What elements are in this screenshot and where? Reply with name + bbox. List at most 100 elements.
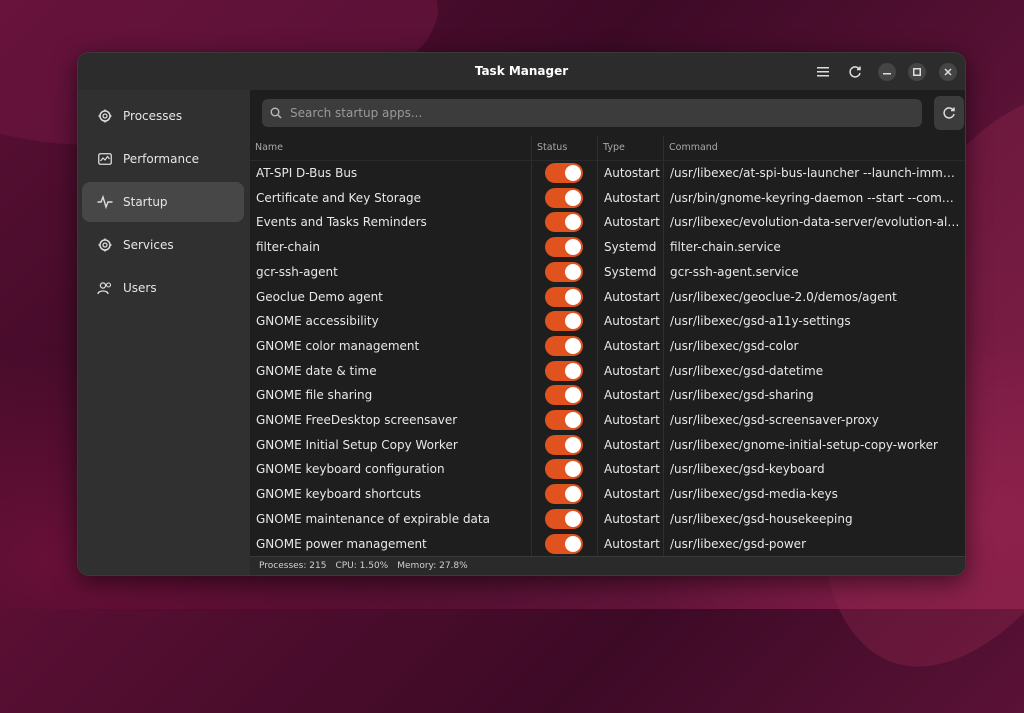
sidebar-item-startup[interactable]: Startup <box>82 182 244 222</box>
app-name: GNOME maintenance of expirable data <box>256 511 490 526</box>
maximize-button[interactable] <box>908 63 926 81</box>
app-name: Geoclue Demo agent <box>256 289 383 304</box>
table-row[interactable]: filter-chain Systemd filter-chain.service <box>250 235 965 260</box>
app-name: gcr-ssh-agent <box>256 264 338 279</box>
app-name: GNOME FreeDesktop screensaver <box>256 413 458 427</box>
app-name: GNOME keyboard shortcuts <box>256 487 421 502</box>
sidebar-item-label: Performance <box>123 152 200 166</box>
app-command: /usr/libexec/gsd-sharing <box>670 388 814 403</box>
table-row[interactable]: GNOME keyboard configuration Autostart/us… <box>250 457 965 482</box>
minimize-button[interactable] <box>878 63 896 81</box>
sidebar-item-services[interactable]: Services <box>82 225 244 265</box>
cpu-usage: CPU: 1.50% <box>335 561 389 571</box>
app-name: GNOME keyboard configuration <box>256 462 445 477</box>
table-row[interactable]: GNOME color management Autostart/usr/libe… <box>250 334 965 359</box>
table-row[interactable]: GNOME maintenance of expirable data Autos… <box>250 507 965 532</box>
refresh-icon <box>943 107 955 119</box>
table-row[interactable]: Geoclue Demo agent Autostart/usr/libexec/… <box>250 285 965 310</box>
enabled-toggle[interactable] <box>545 385 583 406</box>
toggle-knob <box>565 189 581 206</box>
toggle-knob <box>565 510 581 527</box>
app-name: GNOME date & time <box>256 363 377 378</box>
enabled-toggle[interactable] <box>545 410 583 430</box>
column-header-command[interactable]: Command <box>669 142 718 153</box>
app-type: Autostart <box>604 166 660 180</box>
toggle-knob <box>565 239 581 256</box>
app-command: /usr/bin/gnome-keyring-daemon --start --… <box>670 190 960 205</box>
app-command: gcr-ssh-agent.service <box>670 264 799 279</box>
app-type: Autostart <box>604 190 660 205</box>
toggle-knob <box>565 461 581 478</box>
sidebar-item-performance[interactable]: Performance <box>82 139 244 179</box>
startup-icon <box>97 194 113 210</box>
column-header-status[interactable]: Status <box>537 142 567 153</box>
search-input[interactable] <box>288 105 892 121</box>
sidebar-item-users[interactable]: Users <box>82 268 244 308</box>
hamburger-icon <box>817 67 829 77</box>
app-type: Autostart <box>604 536 660 551</box>
table-row[interactable]: GNOME FreeDesktop screensaver Autostart/u… <box>250 408 965 433</box>
table-row[interactable]: GNOME keyboard shortcuts Autostart/usr/li… <box>250 482 965 507</box>
app-type: Autostart <box>604 413 660 427</box>
toggle-knob <box>565 263 581 280</box>
enabled-toggle[interactable] <box>545 212 583 233</box>
app-command: /usr/libexec/gsd-media-keys <box>670 487 838 502</box>
app-type: Systemd <box>604 264 657 279</box>
enabled-toggle[interactable] <box>545 286 583 307</box>
toggle-knob <box>565 165 581 181</box>
enabled-toggle[interactable] <box>545 533 583 554</box>
table-row[interactable]: Events and Tasks Reminders Autostart/usr/… <box>250 210 965 235</box>
enabled-toggle[interactable] <box>545 508 583 529</box>
table-row[interactable]: GNOME accessibility Autostart/usr/libexec… <box>250 309 965 334</box>
reload-button[interactable] <box>845 62 865 82</box>
table-row[interactable]: GNOME file sharing Autostart/usr/libexec/… <box>250 383 965 408</box>
app-type: Autostart <box>604 462 660 477</box>
enabled-toggle[interactable] <box>545 311 583 332</box>
sidebar: Processes Performance Startup Services U… <box>78 90 251 575</box>
app-command: /usr/libexec/evolution-data-server/evolu… <box>670 215 960 230</box>
app-command: /usr/libexec/gsd-a11y-settings <box>670 314 851 329</box>
column-header-name[interactable]: Name <box>255 142 283 153</box>
toggle-knob <box>565 288 581 305</box>
toggle-knob <box>565 337 581 354</box>
memory-usage: Memory: 27.8% <box>397 561 468 571</box>
app-type: Autostart <box>604 215 660 230</box>
table-row[interactable]: GNOME Initial Setup Copy Worker Autostart… <box>250 433 965 458</box>
enabled-toggle[interactable] <box>545 484 583 505</box>
app-type: Systemd <box>604 240 657 255</box>
enabled-toggle[interactable] <box>545 335 583 356</box>
toggle-knob <box>565 412 581 428</box>
app-command: /usr/libexec/gsd-keyboard <box>670 462 825 477</box>
enabled-toggle[interactable] <box>545 163 583 183</box>
table-header: Name Status Type Command <box>250 136 965 161</box>
close-icon <box>944 68 952 76</box>
table-row[interactable]: Certificate and Key Storage Autostart/usr… <box>250 186 965 211</box>
enabled-toggle[interactable] <box>545 261 583 282</box>
minimize-icon <box>883 73 891 75</box>
enabled-toggle[interactable] <box>545 360 583 381</box>
table-row[interactable]: GNOME power management Autostart/usr/libe… <box>250 532 965 557</box>
table-row[interactable]: gcr-ssh-agent Systemd gcr-ssh-agent.servic… <box>250 260 965 285</box>
sidebar-item-processes[interactable]: Processes <box>82 96 244 136</box>
column-header-type[interactable]: Type <box>603 142 625 153</box>
refresh-button[interactable] <box>934 96 964 130</box>
search-bar[interactable] <box>262 99 922 127</box>
menu-button[interactable] <box>813 62 833 82</box>
app-command: /usr/libexec/gsd-datetime <box>670 363 824 378</box>
table-row[interactable]: GNOME date & time Autostart/usr/libexec/g… <box>250 359 965 384</box>
app-type: Autostart <box>604 511 660 526</box>
app-type: Autostart <box>604 487 660 502</box>
titlebar: Task Manager <box>78 53 965 91</box>
enabled-toggle[interactable] <box>545 459 583 480</box>
enabled-toggle[interactable] <box>545 434 583 455</box>
table-row[interactable]: AT-SPI D-Bus Bus Autostart/usr/libexec/at… <box>250 161 965 186</box>
sidebar-item-label: Startup <box>123 195 168 209</box>
toggle-knob <box>565 486 581 503</box>
enabled-toggle[interactable] <box>545 187 583 208</box>
close-button[interactable] <box>939 63 957 81</box>
gear-icon <box>97 237 113 253</box>
app-command: /usr/libexec/geoclue-2.0/demos/agent <box>670 289 897 304</box>
enabled-toggle[interactable] <box>545 237 583 258</box>
app-type: Autostart <box>604 363 660 378</box>
app-type: Autostart <box>604 437 660 452</box>
